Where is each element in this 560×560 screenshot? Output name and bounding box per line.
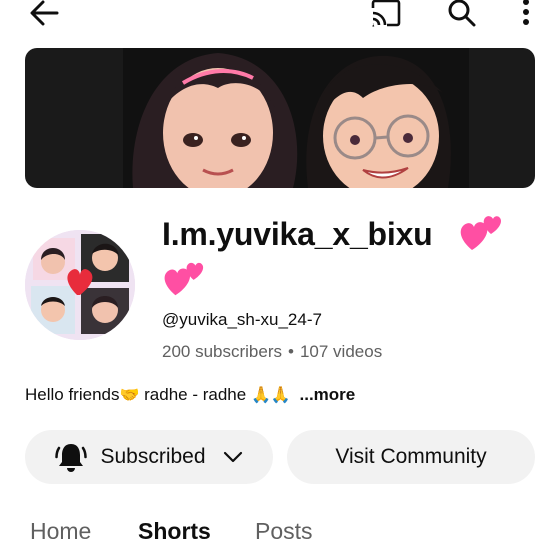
tab-home[interactable]: Home xyxy=(30,518,91,545)
subscriber-count: 200 subscribers xyxy=(162,342,283,361)
channel-banner xyxy=(25,48,535,188)
description-text-2: radhe - radhe xyxy=(139,385,251,404)
banner-illustration xyxy=(123,48,469,188)
channel-description[interactable]: Hello friends🤝 radhe - radhe 🙏🙏 ...more xyxy=(25,385,355,405)
tab-shorts[interactable]: Shorts xyxy=(138,518,211,545)
tab-posts[interactable]: Posts xyxy=(255,518,313,545)
search-icon[interactable] xyxy=(442,0,482,30)
more-vertical-icon[interactable] xyxy=(512,0,540,30)
channel-handle: @yuvika_sh-xu_24-7 xyxy=(162,310,322,329)
bell-icon xyxy=(55,444,88,472)
two-hearts-icon xyxy=(162,258,206,298)
two-hearts-icon xyxy=(458,212,504,252)
chevron-down-icon xyxy=(223,451,242,463)
visit-community-label: Visit Community xyxy=(335,445,487,468)
description-text: Hello friends xyxy=(25,385,120,404)
folded-hands-emoji: 🙏🙏 xyxy=(250,385,291,404)
video-count: 107 videos xyxy=(299,342,383,361)
channel-avatar[interactable] xyxy=(25,230,135,340)
subscribed-label: Subscribed xyxy=(100,445,206,468)
back-arrow-icon[interactable] xyxy=(24,0,64,30)
description-more-link[interactable]: ...more xyxy=(300,385,356,404)
channel-tabs: Home Shorts Posts xyxy=(0,518,560,560)
top-app-bar xyxy=(0,0,560,30)
visit-community-button[interactable]: Visit Community xyxy=(287,430,535,484)
subscribed-button[interactable]: Subscribed xyxy=(25,430,273,484)
stats-separator: • xyxy=(288,342,294,361)
handshake-emoji: 🤝 xyxy=(119,385,140,404)
cast-icon[interactable] xyxy=(366,0,406,30)
channel-stats: 200 subscribers • 107 videos xyxy=(162,342,382,362)
